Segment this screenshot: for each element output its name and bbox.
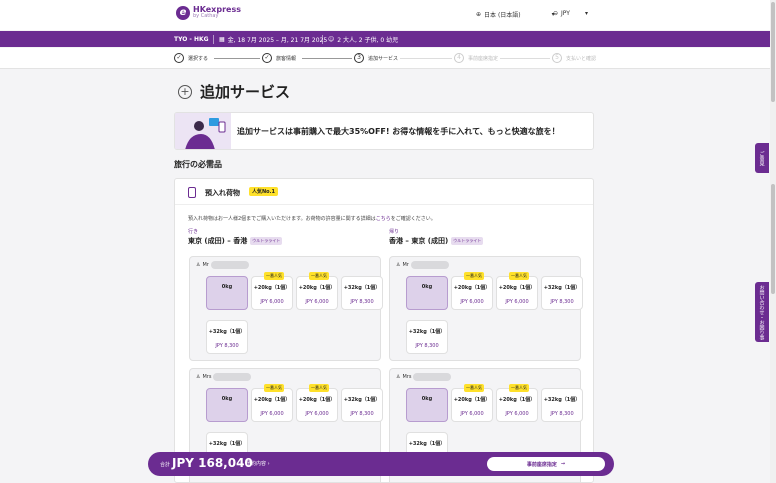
- booking-steps: ✓ 選択する ✓ 旅客情報 3 追加サービス 4 事前座席指定 5 支払いと確認: [0, 48, 770, 69]
- check-icon: ✓: [174, 53, 184, 63]
- step-passenger-info[interactable]: ✓ 旅客情報: [262, 53, 296, 63]
- baggage-option-20kg[interactable]: 一番人気 +20kg（1個） JPY 6,000: [296, 272, 338, 310]
- passenger-baggage-outbound: ♙ Mr 0kg 一番人気 +20kg（1個） JPY 6,000 一番人気 +20kg…: [189, 256, 383, 361]
- booking-details-link[interactable]: 予約内容 ›: [246, 460, 270, 467]
- language-selector[interactable]: ⊕ 日本 (日本語) ▾: [476, 10, 555, 19]
- trip-dates: 金, 18 7月 2025 – 月, 21 7月 2025: [227, 36, 328, 44]
- baggage-option-32kg[interactable]: +32kg（1個）JPY 8,300: [206, 320, 248, 354]
- page-title-row: + 追加サービス: [178, 81, 290, 102]
- step-seat-selection: 4 事前座席指定: [454, 53, 498, 63]
- scrollbar-thumb-secondary[interactable]: [771, 184, 775, 294]
- scrollbar-thumb[interactable]: [771, 2, 775, 102]
- outbound-route: 行き 東京 (成田) – 香港 ウルトラライト: [188, 229, 283, 245]
- baggage-option-0kg[interactable]: 0kg: [406, 276, 448, 310]
- fare-tag: ウルトラライト: [451, 237, 484, 245]
- section-title: 旅行の必需品: [174, 160, 222, 169]
- top-header: e HKexpress by Cathay ⊕ 日本 (日本語) ▾ ⊖ JPY…: [0, 0, 776, 30]
- step-payment: 5 支払いと確認: [552, 53, 596, 63]
- baggage-option-20kg[interactable]: 一番人気 +20kg（1個） JPY 6,000: [496, 272, 538, 310]
- baggage-option-32kg[interactable]: +32kg（1個）JPY 8,300: [541, 388, 583, 422]
- arrow-right-icon: →: [560, 461, 566, 467]
- plus-circle-icon: +: [178, 84, 192, 99]
- help-tab[interactable]: お問い合わせ・お困り事: [755, 282, 769, 342]
- baggage-option-20kg[interactable]: 一番人気 +20kg（1個） JPY 6,000: [296, 384, 338, 422]
- fare-tag: ウルトラライト: [250, 237, 283, 245]
- globe-icon: ⊕: [476, 11, 482, 18]
- step-select[interactable]: ✓ 選択する: [174, 53, 208, 63]
- baggage-title: 預入れ荷物: [205, 189, 240, 197]
- calendar-icon: ▦: [219, 35, 225, 43]
- baggage-option-20kg[interactable]: 一番人気 +20kg（1個） JPY 6,000: [496, 384, 538, 422]
- baggage-option-0kg[interactable]: 0kg: [206, 276, 248, 310]
- baggage-card-header: 預入れ荷物 人気No.1: [175, 179, 593, 205]
- baggage-option-0kg[interactable]: 0kg: [406, 388, 448, 422]
- feedback-tab[interactable]: ご意見: [755, 143, 769, 173]
- language-label: 日本 (日本語): [484, 12, 521, 19]
- passenger-baggage-inbound: ♙ Mr 0kg 一番人気 +20kg（1個） JPY 6,000 一番人気 +20kg…: [389, 256, 583, 361]
- logo-mark: e: [176, 6, 190, 20]
- baggage-note: 預入れ荷物はお一人様2個までご購入いただけます。お荷物の許容量に関する詳細はこち…: [188, 216, 436, 222]
- inbound-route: 帰り 香港 – 東京 (成田) ウルトラライト: [389, 229, 484, 245]
- page-title: 追加サービス: [200, 83, 291, 101]
- pax-icon: ♙: [196, 262, 201, 268]
- baggage-option-32kg[interactable]: +32kg（1個）JPY 8,300: [341, 388, 383, 422]
- person-icon: ☺: [328, 35, 335, 43]
- trip-summary-bar[interactable]: TYO - HKG ▦ 金, 18 7月 2025 – 月, 21 7月 202…: [0, 31, 770, 47]
- promo-illustration: [175, 113, 231, 149]
- promo-text: 追加サービスは事前購入で最大35%OFF! お得な情報を手に入れて、もっと快適な…: [237, 126, 560, 136]
- total-label: 合計: [160, 462, 171, 468]
- currency-selector[interactable]: ⊖ JPY ▾: [553, 10, 588, 17]
- total-price: JPY 168,040: [172, 456, 253, 470]
- baggage-option-32kg[interactable]: +32kg（1個）JPY 8,300: [406, 320, 448, 354]
- baggage-option-20kg[interactable]: 一番人気 +20kg（1個） JPY 6,000: [451, 384, 493, 422]
- baggage-option-0kg[interactable]: 0kg: [206, 388, 248, 422]
- chevron-down-icon: ▾: [584, 10, 588, 17]
- baggage-policy-link[interactable]: こちら: [376, 216, 391, 222]
- trip-route: TYO - HKG: [174, 35, 209, 43]
- currency-icon: ⊖: [553, 10, 559, 17]
- logo-tagline: by Cathay: [193, 13, 219, 19]
- baggage-option-32kg[interactable]: +32kg（1個）JPY 8,300: [541, 276, 583, 310]
- baggage-option-20kg[interactable]: 一番人気 +20kg（1個） JPY 6,000: [451, 272, 493, 310]
- trip-passengers: 2 大人, 2 子供, 0 幼児: [337, 36, 399, 44]
- promo-banner: 追加サービスは事前購入で最大35%OFF! お得な情報を手に入れて、もっと快適な…: [174, 112, 594, 150]
- pax-icon: ♙: [196, 374, 201, 380]
- pax-icon: ♙: [396, 262, 401, 268]
- step-extras: 3 追加サービス: [354, 53, 398, 63]
- check-icon: ✓: [262, 53, 272, 63]
- baggage-option-20kg[interactable]: 一番人気 +20kg（1個） JPY 6,000: [251, 272, 293, 310]
- popular-badge: 人気No.1: [249, 187, 278, 196]
- baggage-card: 預入れ荷物 人気No.1 預入れ荷物はお一人様2個までご購入いただけます。お荷物…: [174, 178, 594, 483]
- continue-seat-selection-button[interactable]: 事前座席指定 →: [487, 457, 605, 471]
- total-price-bar: 合計 JPY 168,040 予約内容 › 事前座席指定 →: [148, 452, 614, 476]
- hk-express-logo[interactable]: e HKexpress by Cathay: [176, 6, 241, 20]
- luggage-icon: [188, 187, 196, 198]
- logo-name: HKexpress: [193, 5, 241, 14]
- baggage-option-20kg[interactable]: 一番人気 +20kg（1個） JPY 6,000: [251, 384, 293, 422]
- pax-icon: ♙: [396, 374, 401, 380]
- baggage-option-32kg[interactable]: +32kg（1個）JPY 8,300: [341, 276, 383, 310]
- currency-label: JPY: [561, 10, 570, 17]
